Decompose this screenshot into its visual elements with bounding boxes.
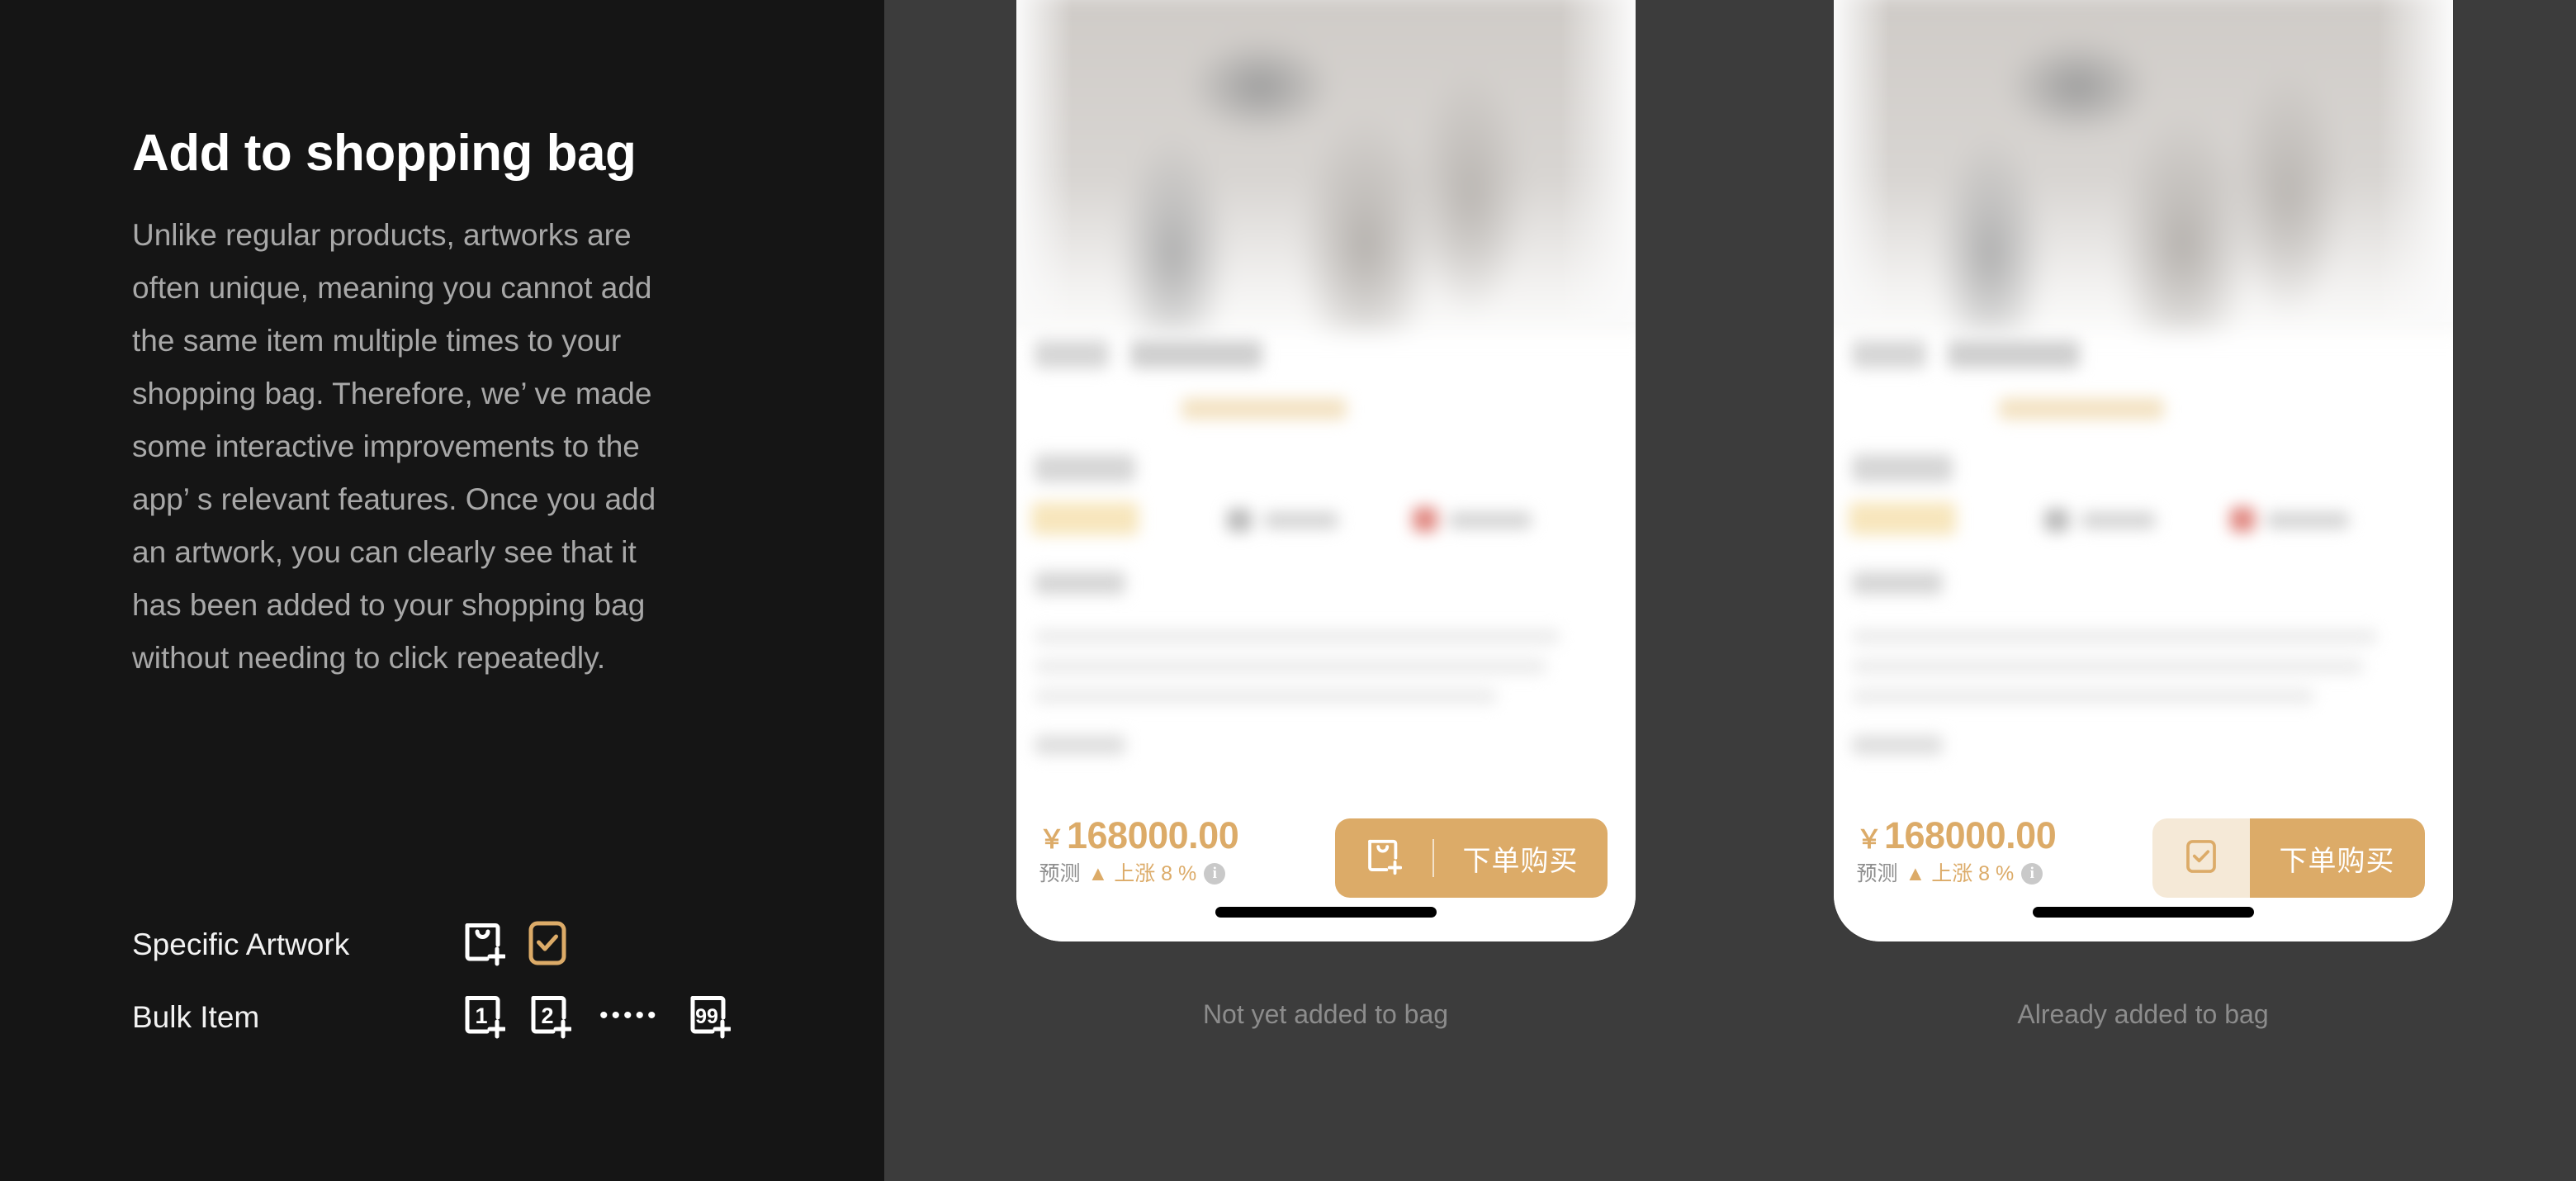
add-to-bag-icon-button[interactable] (1335, 818, 1432, 898)
phone-screen-added: ￥168000.00 预测 ▲ 上涨 8 % i 下单购买 (1833, 0, 2453, 941)
price-amount: 168000.00 (1884, 814, 2057, 856)
svg-text:2: 2 (541, 1003, 553, 1028)
qty-2-add-icon: 2 (528, 993, 573, 1043)
buy-now-button-not-added[interactable]: 下单购买 (1334, 818, 1608, 898)
bottom-action-bar: ￥168000.00 预测 ▲ 上涨 8 % i 下单购买 (1016, 797, 1636, 941)
phone-screen-not-added: ￥168000.00 预测 ▲ 上涨 8 % i 下单购买 (1016, 0, 1636, 941)
bag-checked-icon (528, 920, 566, 970)
bottom-action-bar: ￥168000.00 预测 ▲ 上涨 8 % i 下单购买 (1833, 797, 2453, 941)
buy-now-label[interactable]: 下单购买 (1434, 818, 1608, 898)
phone-caption-not-added: Not yet added to bag (1202, 999, 1449, 1029)
info-icon[interactable]: i (2021, 863, 2043, 885)
bag-add-icon (462, 920, 507, 970)
in-bag-icon-button[interactable] (2152, 818, 2250, 898)
phone-caption-added: Already added to bag (2017, 999, 2269, 1029)
svg-text:1: 1 (475, 1003, 487, 1028)
artwork-image-fade (1016, 0, 1636, 322)
buy-now-button-added[interactable]: 下单购买 (2152, 818, 2425, 898)
phone-mockups: ￥168000.00 预测 ▲ 上涨 8 % i 下单购买 Not yet ad… (884, 0, 2576, 1181)
price-forecast: 预测 ▲ 上涨 8 % i (1857, 863, 2152, 885)
forecast-label: 预测 (1856, 861, 1898, 885)
price-block: ￥168000.00 预测 ▲ 上涨 8 % i (1039, 815, 1335, 885)
bag-checked-icon (2185, 837, 2218, 880)
bag-add-icon (1366, 837, 1402, 880)
qty-99-add-icon: 99 (688, 993, 732, 1043)
info-icon[interactable]: i (1204, 863, 1226, 885)
price-value: ￥168000.00 (1039, 817, 1335, 854)
legend-icons-bulk-item: 1 2 ••••• 99 (462, 993, 732, 1043)
page-description: Unlike regular products, artworks are of… (132, 218, 656, 676)
legend: Specific Artwork Bulk Item 1 2 ••••• 99 (132, 908, 784, 1054)
ellipsis-separator: ••••• (599, 1002, 660, 1029)
page-title: Add to shopping bag (132, 125, 637, 182)
legend-icons-specific-artwork (462, 920, 566, 970)
buy-now-label[interactable]: 下单购买 (2249, 818, 2425, 898)
legend-row-bulk-item: Bulk Item 1 2 ••••• 99 (132, 981, 784, 1054)
home-indicator (1215, 907, 1437, 918)
legend-label-bulk-item: Bulk Item (132, 1000, 260, 1034)
legend-row-specific-artwork: Specific Artwork (132, 908, 784, 981)
svg-text:99: 99 (695, 1005, 718, 1028)
phone-column-added: ￥168000.00 预测 ▲ 上涨 8 % i 下单购买 Already ad… (1833, 0, 2453, 1181)
forecast-trend: ▲ 上涨 8 % (1087, 861, 1197, 885)
info-panel: Add to shopping bag Unlike regular produ… (0, 0, 884, 1181)
currency-symbol: ￥ (1856, 825, 1882, 854)
home-indicator (2032, 907, 2254, 918)
forecast-label: 预测 (1039, 861, 1081, 885)
currency-symbol: ￥ (1039, 825, 1065, 854)
phone-column-not-added: ￥168000.00 预测 ▲ 上涨 8 % i 下单购买 Not yet ad… (1016, 0, 1636, 1181)
preview-panel: ￥168000.00 预测 ▲ 上涨 8 % i 下单购买 Not yet ad… (884, 0, 2576, 1181)
info-panel-content: Add to shopping bag Unlike regular produ… (132, 124, 784, 685)
price-forecast: 预测 ▲ 上涨 8 % i (1039, 863, 1335, 885)
price-block: ￥168000.00 预测 ▲ 上涨 8 % i (1857, 815, 2152, 885)
legend-label-specific-artwork: Specific Artwork (132, 927, 350, 961)
forecast-trend: ▲ 上涨 8 % (1905, 861, 2015, 885)
price-amount: 168000.00 (1067, 814, 1239, 856)
price-value: ￥168000.00 (1857, 817, 2152, 854)
artwork-image-fade (1833, 0, 2453, 322)
qty-1-add-icon: 1 (462, 993, 507, 1043)
